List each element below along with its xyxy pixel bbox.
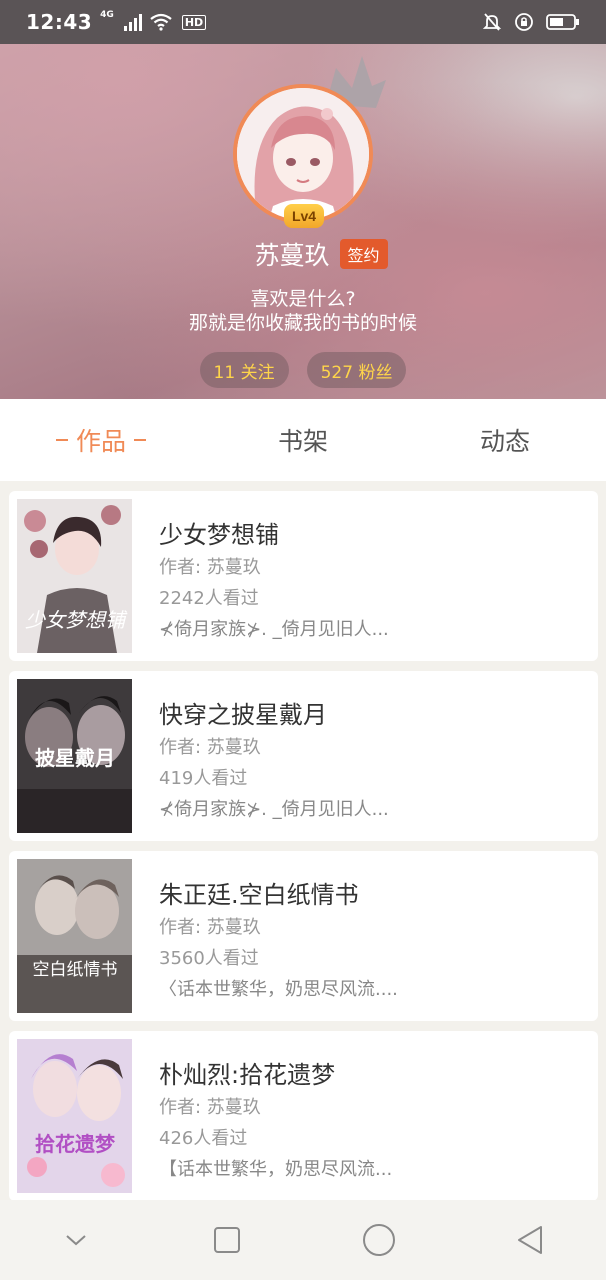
name-row: 苏蔓玖 签约 [18,236,606,272]
book-card[interactable]: 空白纸情书 朱正廷.空白纸情书 作者: 苏蔓玖 3560人看过 〈话本世繁华，奶… [9,851,598,1021]
book-group: ⊀倚月家族⊁. _倚月见旧人... [159,799,389,820]
book-views: 3560人看过 [159,948,259,969]
recents-button[interactable] [197,1210,257,1270]
status-time: 12:43 [26,10,93,34]
system-nav-bar [0,1200,606,1280]
book-cover: 空白纸情书 [17,859,132,1013]
bio-line-2: 那就是你收藏我的书的时候 [188,312,417,334]
tab-bookshelf-label: 书架 [277,427,328,456]
back-button[interactable] [500,1210,560,1270]
book-cover-title: 拾花遗梦 [35,1132,116,1156]
book-cover: 少女梦想铺 [17,499,132,653]
book-group: 【话本世繁华，奶思尽风流... [159,1159,393,1180]
book-cover-title: 少女梦想铺 [25,608,128,632]
following-button[interactable]: 11 关注 [199,352,289,388]
network-type: 4G [100,10,114,20]
book-views: 419人看过 [159,768,248,789]
level-badge: Lv4 [284,204,324,228]
tab-active-left-dash [55,439,68,441]
mute-icon [482,13,502,31]
chevron-down-icon [66,1235,86,1246]
book-author: 作者: 苏蔓玖 [159,1097,261,1118]
book-cover: 拾花遗梦 [17,1039,132,1193]
stats-row: 11 关注 527 粉丝 [0,352,606,388]
tab-activity[interactable]: 动态 [404,399,606,481]
book-title: 朴灿烈:拾花遗梦 [159,1061,336,1089]
status-bar: 12:43 4G HD [0,0,606,44]
book-group: 〈话本世繁华，奶思尽风流.... [159,979,398,1000]
book-author: 作者: 苏蔓玖 [159,917,261,938]
tab-works[interactable]: 作品 [0,399,202,481]
avatar-image [237,88,369,220]
collapse-button[interactable] [46,1210,106,1270]
avatar[interactable] [233,84,373,224]
bio-line-1: 喜欢是什么? [250,288,356,310]
hd-indicator: HD [181,14,207,30]
book-views: 426人看过 [159,1128,248,1149]
book-cover-title: 披星戴月 [35,746,115,770]
book-author: 作者: 苏蔓玖 [159,557,261,578]
circle-icon [362,1224,395,1256]
book-views: 2242人看过 [159,588,259,609]
square-icon [214,1227,241,1253]
home-button[interactable] [349,1210,409,1270]
tab-bookshelf[interactable]: 书架 [202,399,404,481]
user-name: 苏蔓玖 [254,241,330,270]
book-cover-title: 空白纸情书 [33,960,118,980]
book-title: 朱正廷.空白纸情书 [159,881,359,909]
signal-icon [123,13,142,31]
signed-badge: 签约 [339,239,388,269]
triangle-back-icon [518,1226,543,1254]
tab-bar: 作品 书架 动态 [0,399,606,481]
profile-header: Lv4 苏蔓玖 签约 喜欢是什么? 那就是你收藏我的书的时候 11 关注 527… [0,44,606,399]
status-right [482,12,580,32]
battery-icon [546,14,579,30]
book-title: 少女梦想铺 [159,521,279,549]
tab-activity-label: 动态 [479,427,530,456]
book-card[interactable]: 拾花遗梦 朴灿烈:拾花遗梦 作者: 苏蔓玖 426人看过 【话本世繁华，奶思尽风… [9,1031,598,1201]
bio: 喜欢是什么? 那就是你收藏我的书的时候 [0,287,606,335]
followers-button[interactable]: 527 粉丝 [306,352,407,388]
wifi-icon [150,13,172,31]
book-card[interactable]: 少女梦想铺 少女梦想铺 作者: 苏蔓玖 2242人看过 ⊀倚月家族⊁. _倚月见… [9,491,598,661]
book-group: ⊀倚月家族⊁. _倚月见旧人... [159,619,389,640]
book-card[interactable]: 披星戴月 快穿之披星戴月 作者: 苏蔓玖 419人看过 ⊀倚月家族⊁. _倚月见… [9,671,598,841]
book-cover: 披星戴月 [17,679,132,833]
book-author: 作者: 苏蔓玖 [159,737,261,758]
tab-active-right-dash [134,439,146,441]
tab-works-label: 作品 [75,427,126,456]
book-list: 少女梦想铺 少女梦想铺 作者: 苏蔓玖 2242人看过 ⊀倚月家族⊁. _倚月见… [9,491,598,1211]
alarm-icon [515,13,533,31]
book-title: 快穿之披星戴月 [159,701,327,729]
status-left: 12:43 4G HD [26,10,207,34]
